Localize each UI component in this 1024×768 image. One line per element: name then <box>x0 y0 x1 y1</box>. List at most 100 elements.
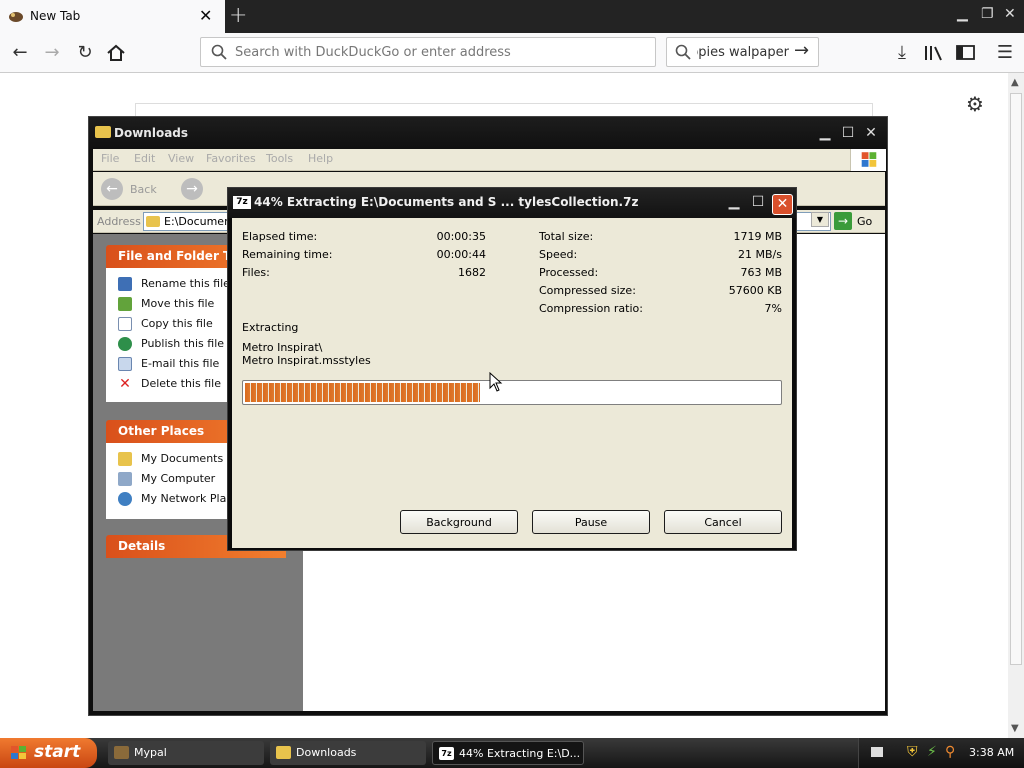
close-icon[interactable]: ✕ <box>861 124 881 144</box>
tab-close-icon[interactable]: ✕ <box>199 6 212 25</box>
compression-ratio-value: 7% <box>764 302 782 315</box>
search-go-arrow-icon[interactable]: → <box>794 40 809 61</box>
clock: 3:38 AM <box>969 746 1015 759</box>
elapsed-time-label: Elapsed time: <box>242 230 318 243</box>
windows-flag-icon <box>11 746 26 759</box>
go-label[interactable]: Go <box>857 215 872 228</box>
task-label: Rename this file <box>141 277 230 290</box>
browser-restore-icon[interactable]: ❐ <box>981 6 994 22</box>
menu-edit[interactable]: Edit <box>134 152 155 165</box>
menu-file[interactable]: File <box>101 152 119 165</box>
new-tab-icon[interactable]: + <box>229 3 247 28</box>
start-button[interactable]: start <box>0 738 97 768</box>
dialog-body: Elapsed time: 00:00:35 Remaining time: 0… <box>232 218 792 548</box>
search-bar[interactable]: ppies walpaper → <box>666 37 819 67</box>
forward-arrow-icon[interactable]: → <box>40 41 64 65</box>
explorer-title-bar[interactable]: Downloads ▁ ☐ ✕ <box>89 117 887 149</box>
home-icon[interactable] <box>106 44 126 62</box>
taskbar-item-label: Downloads <box>296 746 357 759</box>
explorer-title: Downloads <box>114 126 189 140</box>
folder-icon <box>95 126 111 138</box>
7zip-app-icon: 7z <box>233 196 251 209</box>
taskbar-item-downloads[interactable]: Downloads <box>270 741 426 765</box>
speed-value: 21 MB/s <box>738 248 782 261</box>
dialog-title-bar[interactable]: 7z 44% Extracting E:\Documents and S ...… <box>228 188 796 218</box>
task-label: Copy this file <box>141 317 213 330</box>
taskbar-item-label: 44% Extracting E:\D... <box>459 747 581 760</box>
shield-icon[interactable]: ⛨ <box>907 744 918 760</box>
extraction-progress-bar <box>242 380 782 405</box>
mouse-cursor-icon <box>489 372 503 392</box>
task-label: E-mail this file <box>141 357 220 370</box>
windows-logo-icon <box>850 149 886 171</box>
menu-tools[interactable]: Tools <box>266 152 293 165</box>
remaining-time-label: Remaining time: <box>242 248 333 261</box>
maximize-icon[interactable]: ☐ <box>748 193 768 213</box>
pause-button[interactable]: Pause <box>532 510 650 534</box>
address-dropdown-icon[interactable]: ▼ <box>811 212 829 227</box>
taskbar-item-extracting[interactable]: 7z 44% Extracting E:\D... <box>432 741 584 765</box>
background-button[interactable]: Background <box>400 510 518 534</box>
sidebar-icon[interactable] <box>956 45 976 61</box>
extract-progress-dialog: 7z 44% Extracting E:\Documents and S ...… <box>227 187 797 551</box>
library-icon[interactable] <box>924 45 944 61</box>
maximize-icon[interactable]: ☐ <box>838 124 858 144</box>
gear-icon[interactable]: ⚙ <box>966 92 984 116</box>
total-size-label: Total size: <box>539 230 594 243</box>
minimize-icon[interactable]: ▁ <box>724 193 744 213</box>
scroll-up-arrow-icon[interactable]: ▲ <box>1011 77 1019 88</box>
browser-minimize-icon[interactable]: ▁ <box>957 6 968 22</box>
back-label[interactable]: Back <box>130 183 157 196</box>
menu-icon[interactable]: ☰ <box>993 41 1017 65</box>
browser-close-icon[interactable]: ✕ <box>1004 6 1016 22</box>
network-tray-icon[interactable]: ⚡ <box>927 744 937 760</box>
reload-icon[interactable]: ↻ <box>73 41 97 65</box>
total-size-value: 1719 MB <box>733 230 782 243</box>
processed-label: Processed: <box>539 266 599 279</box>
cancel-button[interactable]: Cancel <box>664 510 782 534</box>
start-label: start <box>34 742 81 762</box>
rename-icon <box>118 277 132 291</box>
taskbar-item-label: Mypal <box>134 746 167 759</box>
url-input[interactable] <box>233 42 643 62</box>
back-arrow-icon[interactable]: ← <box>8 41 32 65</box>
browser-tab[interactable]: New Tab ✕ <box>0 0 225 33</box>
minimize-icon[interactable]: ▁ <box>815 124 835 144</box>
task-label: Move this file <box>141 297 215 310</box>
page-scrollbar[interactable]: ▲ ▼ <box>1008 73 1024 740</box>
system-tray: ⛨ ⚡ ⚲ 3:38 AM <box>858 738 1024 768</box>
downloads-icon[interactable]: ⤓ <box>890 41 914 65</box>
close-icon[interactable]: ✕ <box>772 194 793 215</box>
menu-favorites[interactable]: Favorites <box>206 152 256 165</box>
keyboard-icon[interactable] <box>871 747 883 757</box>
network-icon <box>118 492 132 506</box>
remaining-time-value: 00:00:44 <box>436 248 486 261</box>
folder-icon <box>146 216 160 227</box>
computer-icon <box>118 472 132 486</box>
forward-arrow-icon[interactable]: → <box>181 178 203 200</box>
7zip-app-icon: 7z <box>439 747 454 760</box>
scroll-down-arrow-icon[interactable]: ▼ <box>1011 723 1019 734</box>
elapsed-time-value: 00:00:35 <box>436 230 486 243</box>
tab-title: New Tab <box>30 9 81 23</box>
search-tray-icon[interactable]: ⚲ <box>945 744 955 760</box>
url-bar[interactable] <box>200 37 656 67</box>
dialog-title: 44% Extracting E:\Documents and S ... ty… <box>254 195 639 209</box>
move-icon <box>118 297 132 311</box>
compression-ratio-label: Compression ratio: <box>539 302 643 315</box>
status-text: Extracting <box>242 321 299 334</box>
scrollbar-thumb[interactable] <box>1010 93 1022 665</box>
task-label: Delete this file <box>141 377 221 390</box>
menu-view[interactable]: View <box>168 152 194 165</box>
address-value: E:\Document <box>164 215 236 228</box>
compressed-size-label: Compressed size: <box>539 284 636 297</box>
back-arrow-icon[interactable]: ← <box>101 178 123 200</box>
go-arrow-icon[interactable]: → <box>834 212 852 230</box>
files-value: 1682 <box>458 266 486 279</box>
explorer-menu-bar: File Edit View Favorites Tools Help <box>93 149 886 171</box>
search-text[interactable]: ppies walpaper <box>697 45 789 60</box>
taskbar: start Mypal Downloads 7z 44% Extracting … <box>0 738 1024 768</box>
progress-fill <box>245 383 480 402</box>
menu-help[interactable]: Help <box>308 152 333 165</box>
taskbar-item-mypal[interactable]: Mypal <box>108 741 264 765</box>
